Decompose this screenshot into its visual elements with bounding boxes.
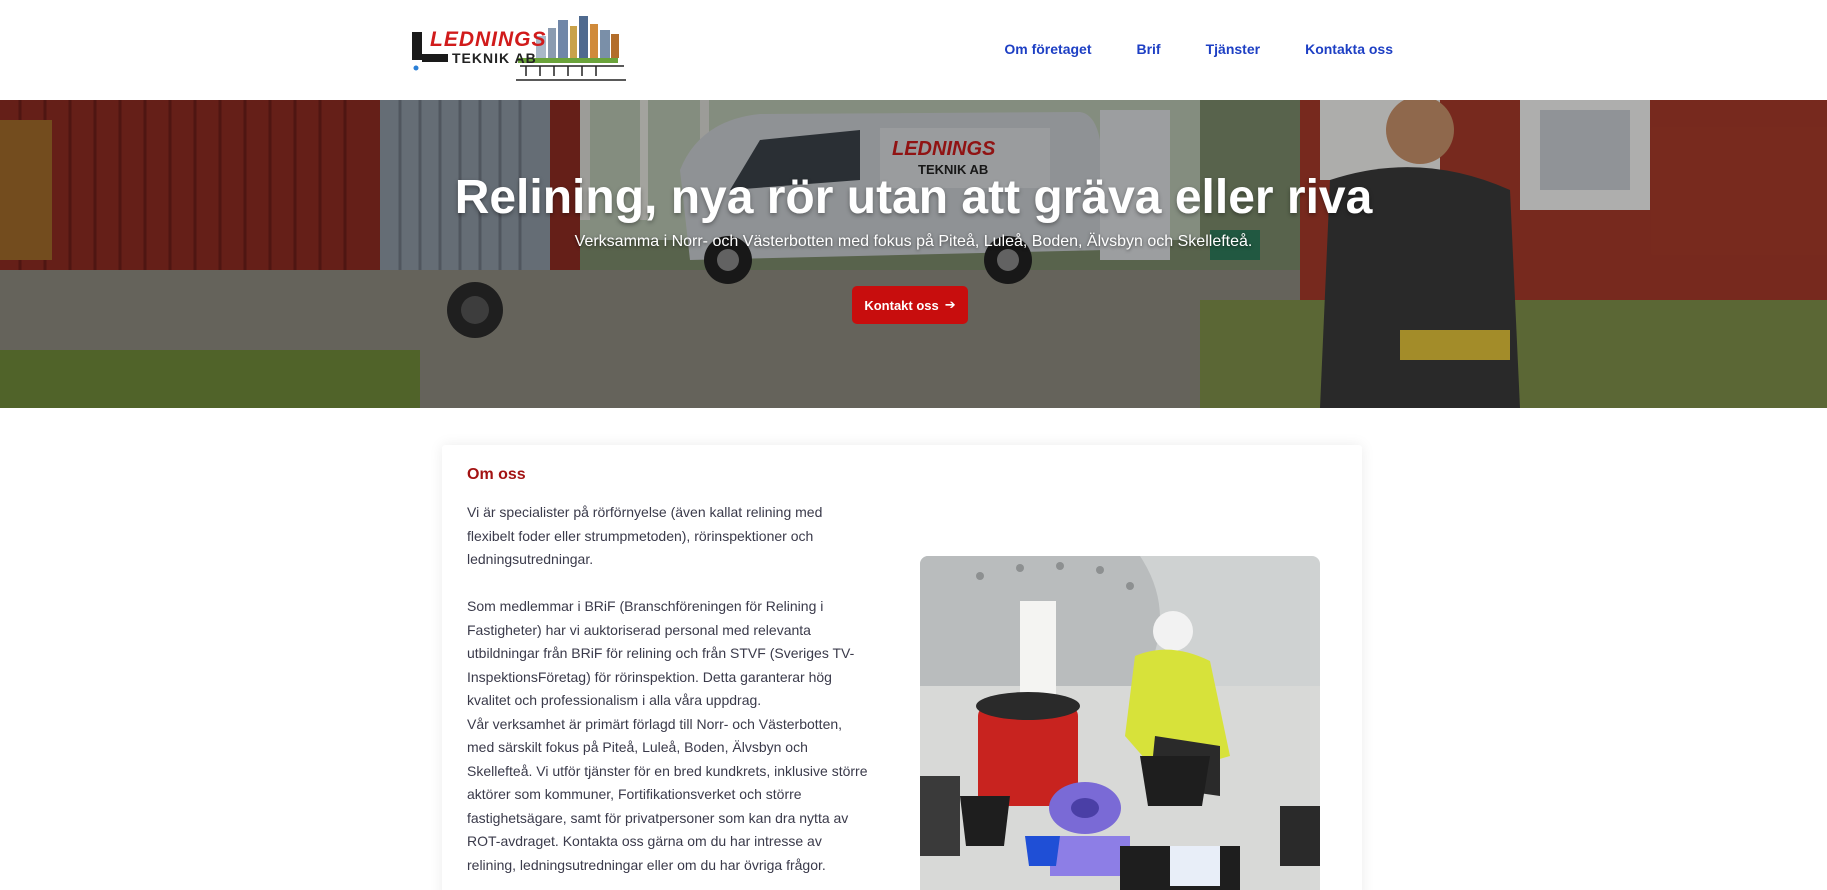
- nav-brif[interactable]: Brif: [1136, 40, 1160, 58]
- company-logo[interactable]: LEDNINGS TEKNIK AB: [408, 14, 626, 84]
- hero-overlay: [0, 100, 1827, 408]
- svg-text:LEDNINGS: LEDNINGS: [430, 28, 547, 51]
- contact-button[interactable]: Kontakt oss ➔: [852, 286, 968, 324]
- nav-tjanster[interactable]: Tjänster: [1206, 40, 1260, 58]
- about-card: Om oss Vi är specialister på rörförnyels…: [442, 445, 1362, 890]
- site-header: LEDNINGS TEKNIK AB Om företaget Brif Tjä…: [0, 0, 1827, 100]
- nav-om-foretaget[interactable]: Om företaget: [1004, 40, 1091, 58]
- hero-subtitle: Verksamma i Norr- och Västerbotten med f…: [574, 233, 1253, 250]
- main-nav: Om företaget Brif Tjänster Kontakta oss: [1004, 40, 1393, 58]
- contact-button-label: Kontakt oss: [864, 297, 939, 313]
- relining-worker-photo: [920, 556, 1320, 890]
- hero-title: Relining, nya rör utan att gräva eller r…: [454, 171, 1373, 224]
- about-paragraph: Som medlemmar i BRiF (Branschföreningen …: [467, 598, 855, 708]
- about-title: Om oss: [467, 466, 526, 483]
- about-paragraph: Vi är specialister på rörförnyelse (även…: [467, 504, 823, 567]
- hero-section: LEDNINGS TEKNIK AB Relining, nya rör uta…: [0, 100, 1827, 408]
- svg-text:TEKNIK AB: TEKNIK AB: [452, 50, 537, 66]
- nav-kontakta-oss[interactable]: Kontakta oss: [1305, 40, 1393, 58]
- arrow-right-icon: ➔: [944, 297, 956, 312]
- about-paragraph: Vår verksamhet är primärt förlagd till N…: [467, 715, 868, 873]
- about-text: Vi är specialister på rörförnyelse (även…: [467, 501, 872, 877]
